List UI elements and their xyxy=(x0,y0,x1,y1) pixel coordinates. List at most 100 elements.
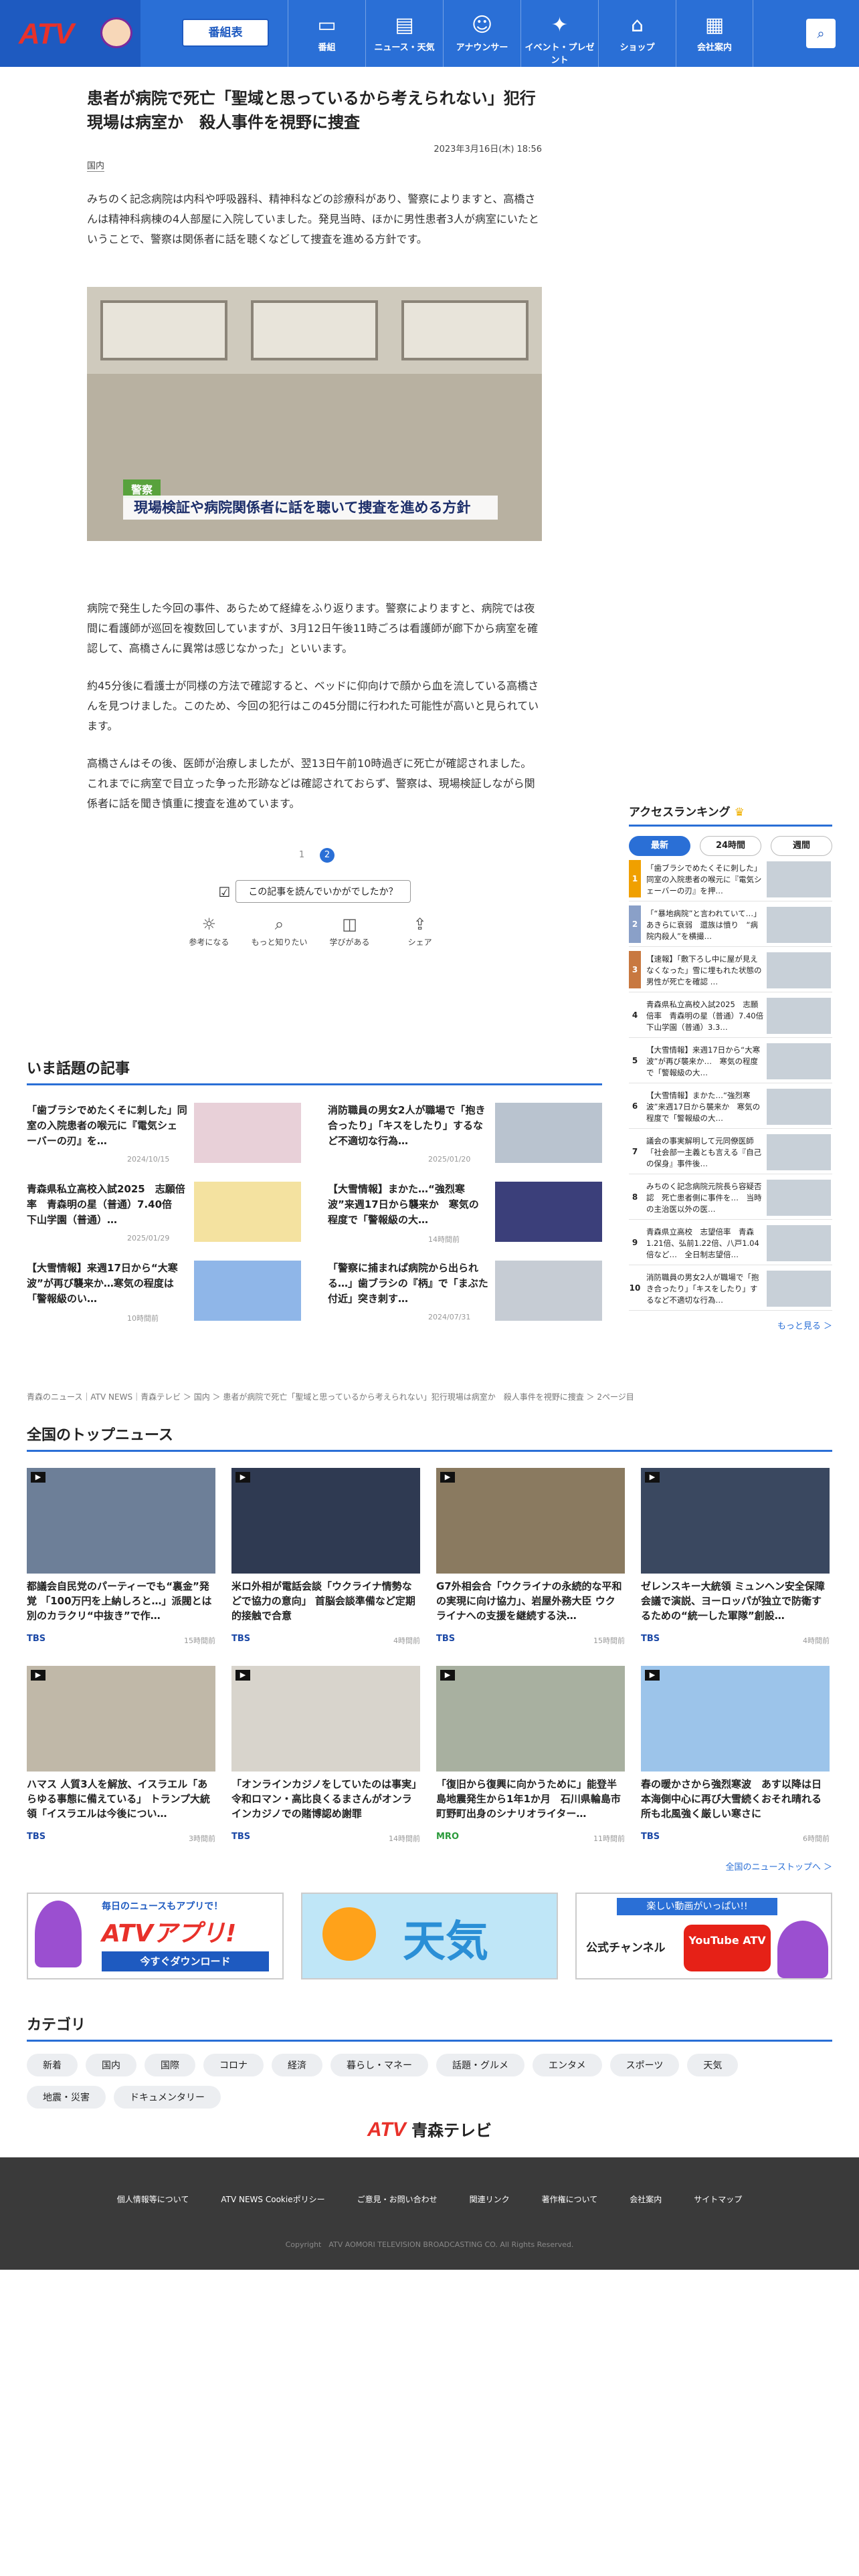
article-category[interactable]: 国内 xyxy=(87,158,105,172)
ranking-item[interactable]: 2 「“暴地病院”と言われていて…」あきらに衰弱 還族は憤り “病院内殺人”を横撮… xyxy=(629,905,832,947)
footer-link[interactable]: ご意見・お問い合わせ xyxy=(357,2193,438,2205)
trending-item[interactable]: 青森県私立高校入試2025 志願倍率 青森明の星（普通）7.40倍 下山学園（普… xyxy=(27,1182,301,1246)
footer-links: 個人情報等について ATV NEWS Cookieポリシー ご意見・お問い合わせ 関連… xyxy=(0,2192,859,2205)
tab-weekly[interactable]: 週間 xyxy=(771,836,832,856)
ranking-list: 1 「歯ブラシでめたくそに刺した」同室の入院患者の喉元に『電気シェーバーの刃』を押… xyxy=(629,860,832,1311)
category-chip[interactable]: ドキュメンタリー xyxy=(114,2086,221,2109)
youtube-banner[interactable]: 楽しい動画がいっぱい!! 公式チャンネル YouTube ATV xyxy=(575,1893,832,1979)
ranking-item[interactable]: 9 青森県立高校 志望倍率 青森1.21倍、弘前1.22倍、八戸1.04倍など… … xyxy=(629,1224,832,1265)
top-news-thumbnail: ▶ xyxy=(436,1666,625,1772)
trending-item-date: 2025/01/29 xyxy=(127,1234,170,1243)
trending-item[interactable]: 「警察に捕まれば病院から出られる…」歯ブラシの『柄』で「まぶた付近」突き刺す… 2… xyxy=(328,1261,602,1325)
top-news-thumbnail: ▶ xyxy=(641,1666,830,1772)
play-icon: ▶ xyxy=(31,1472,45,1483)
category-chip[interactable]: コロナ xyxy=(203,2054,264,2076)
page-1-link[interactable]: 1 xyxy=(294,848,309,863)
footer-link[interactable]: 個人情報等について xyxy=(117,2193,189,2205)
ranking-item[interactable]: 10 消防職員の男女2人が職場で「抱き合ったり」「キスをしたり」するなど不適切な行… xyxy=(629,1269,832,1311)
ranking-more-link[interactable]: もっと見る ＞ xyxy=(629,1319,832,1331)
ranking-item-title: 議会の事実解明して元同僚医師「社会部一主義とも言える『自己の保身』事件後… xyxy=(646,1136,762,1168)
breadcrumb[interactable]: 青森のニュース｜ATV NEWS｜青森テレビ ＞ 国内 ＞ 患者が病院で死亡「聖… xyxy=(27,1391,836,1402)
top-news-more-link[interactable]: 全国のニューストップへ ＞ xyxy=(27,1860,832,1872)
ranking-item[interactable]: 7 議会の事実解明して元同僚医師「社会部一主義とも言える『自己の保身』事件後… xyxy=(629,1133,832,1174)
event-icon: ✦ xyxy=(551,13,569,37)
footer-link[interactable]: サイトマップ xyxy=(694,2193,742,2205)
category-chip[interactable]: 経済 xyxy=(272,2054,322,2076)
nav-item-programs[interactable]: ▭ 番組 xyxy=(288,0,365,67)
top-news-item[interactable]: ▶ ゼレンスキー大統領 ミュンヘン安全保障会議で演説、ヨーロッパが独立で防衛するた… xyxy=(641,1468,830,1651)
trending-item-title: 「警察に捕まれば病院から出られる…」歯ブラシの『柄』で「まぶた付近」突き刺す… xyxy=(328,1262,488,1305)
sun-icon xyxy=(322,1907,376,1961)
reaction-learned-button[interactable]: ◫ 学びがある xyxy=(316,915,383,948)
category-chip[interactable]: 新着 xyxy=(27,2054,78,2076)
nav-item-announcer[interactable]: ☺ アナウンサー xyxy=(443,0,520,67)
search-button[interactable]: ⌕ xyxy=(806,19,836,48)
category-chip[interactable]: 地震・災害 xyxy=(27,2086,106,2109)
nav-item-news[interactable]: ▤ ニュース・天気 xyxy=(365,0,443,67)
top-news-date: 4時間前 xyxy=(803,1636,830,1645)
trending-item[interactable]: 消防職員の男女2人が職場で「抱き合ったり」「キスをしたり」するなど不適切な行為…… xyxy=(328,1103,602,1167)
top-news-item[interactable]: ▶ 米ロ外相が電話会談「ウクライナ情勢などで協力の意向」 首脳会談準備など定期的接… xyxy=(231,1468,420,1651)
footer-link[interactable]: ATV NEWS Cookieポリシー xyxy=(221,2193,324,2205)
ranking-number: 4 xyxy=(632,1010,638,1020)
play-icon: ▶ xyxy=(235,1472,250,1483)
top-news-item[interactable]: ▶ ハマス 人質3人を解放、イスラエル「あらゆる事態に備えている」 トランプ大統領… xyxy=(27,1666,215,1849)
footer-logo[interactable]: ATV 青森テレビ xyxy=(349,2117,510,2141)
top-news-date: 14時間前 xyxy=(389,1834,420,1843)
photo-window xyxy=(100,300,227,360)
ranking-item-title: 「“暴地病院”と言われていて…」あきらに衰弱 還族は憤り “病院内殺人”を横撮… xyxy=(646,909,761,941)
site-logo[interactable]: ATV xyxy=(19,17,74,51)
building-icon: ▦ xyxy=(704,13,725,37)
nav-item-event[interactable]: ✦ イベント・プレゼント xyxy=(520,0,598,67)
category-chip[interactable]: 暮らし・マネー xyxy=(330,2054,428,2076)
share-icon: ⇪ xyxy=(413,915,427,934)
ranking-item[interactable]: 1 「歯ブラシでめたくそに刺した」同室の入院患者の喉元に『電気シェーバーの刃』を押… xyxy=(629,860,832,901)
reaction-want-more-button[interactable]: ⌕ もっと知りたい xyxy=(246,915,312,948)
ranking-item[interactable]: 8 みちのく記念病院元院長ら容疑否認 死亡患者側に事件を… 当時の主治医以外の医… xyxy=(629,1178,832,1220)
article-date: 2023年3月16日(木) 18:56 xyxy=(434,144,542,154)
top-news-section: 全国のトップニュース ▶ 都議会自民党のパーティーでも“裏金”発覚 「100万円を… xyxy=(27,1423,832,1872)
top-news-item[interactable]: ▶ 「復旧から復興に向かうために」能登半島地震発生から1年1か月 石川県輪島市町野… xyxy=(436,1666,625,1849)
nav-item-shop[interactable]: ⌂ ショップ xyxy=(598,0,676,67)
category-chip[interactable]: 国内 xyxy=(86,2054,136,2076)
category-chip[interactable]: 天気 xyxy=(687,2054,739,2076)
top-news-item[interactable]: ▶ 都議会自民党のパーティーでも“裏金”発覚 「100万円を上納しろと…」派閥とは… xyxy=(27,1468,215,1651)
program-guide-button[interactable]: 番組表 xyxy=(182,19,269,47)
trending-item[interactable]: 【大雪情報】まかた…“強烈寒波”来週17日から襲来か 寒気の程度で「警報級の大…… xyxy=(328,1182,602,1246)
nav-item-company[interactable]: ▦ 会社案内 xyxy=(676,0,753,67)
ranking-number: 2 xyxy=(629,905,641,943)
category-chip[interactable]: エンタメ xyxy=(533,2054,602,2076)
ranking-number: 8 xyxy=(632,1192,638,1202)
top-news-item[interactable]: ▶ 「オンラインカジノをしていたのは事実」令和ロマン・高比良くるまさんがオンライン… xyxy=(231,1666,420,1849)
app-download-banner[interactable]: 毎日のニュースもアプリで！ ATVアプリ! 今すぐダウンロード xyxy=(27,1893,284,1979)
tab-latest[interactable]: 最新 xyxy=(629,836,690,856)
footer-link[interactable]: 関連リンク xyxy=(470,2193,510,2205)
category-chip[interactable]: 話題・グルメ xyxy=(436,2054,524,2076)
trending-item[interactable]: 【大雪情報】来週17日から“大寒波”が再び襲来か…寒気の程度は「警報級のい… 10… xyxy=(27,1261,301,1325)
banner-row: 毎日のニュースもアプリで！ ATVアプリ! 今すぐダウンロード 天気 楽しい動画… xyxy=(27,1893,832,1979)
top-news-title: 「復旧から復興に向かうために」能登半島地震発生から1年1か月 石川県輪島市町野町… xyxy=(436,1778,621,1820)
trending-item[interactable]: 「歯ブラシでめたくそに刺した」同室の入院患者の喉元に『電気シェーバーの刃』を… 2… xyxy=(27,1103,301,1167)
trending-thumbnail xyxy=(495,1103,602,1163)
ranking-item[interactable]: 4 青森県私立高校入試2025 志願倍率 青森明の星（普通）7.40倍 下山学園（… xyxy=(629,996,832,1038)
top-news-item[interactable]: ▶ G7外相会合「ウクライナの永続的な平和の実現に向け協力」、岩屋外務大臣 ウクラ… xyxy=(436,1468,625,1651)
ranking-number: 10 xyxy=(629,1283,641,1293)
weather-banner[interactable]: 天気 xyxy=(301,1893,558,1979)
tab-24h[interactable]: 24時間 xyxy=(700,836,761,856)
page-2-link[interactable]: 2 xyxy=(320,848,335,863)
ranking-item[interactable]: 6 【大雪情報】まかた…“強烈寒波”来週17日から襲来か 寒気の程度で「警報級の大… xyxy=(629,1087,832,1129)
article-paragraph: 病院で発生した今回の事件、あらためて経緯をふり返ります。警察によりますと、病院で… xyxy=(87,602,539,655)
category-chip[interactable]: 国際 xyxy=(145,2054,195,2076)
top-news-item[interactable]: ▶ 春の暖かさから強烈寒波 あす以降は日本海側中心に再び大雪続くおそれ晴れる所も北… xyxy=(641,1666,830,1849)
ranking-thumbnail xyxy=(767,1271,831,1307)
play-icon: ▶ xyxy=(235,1670,250,1681)
footer-link[interactable]: 会社案内 xyxy=(630,2193,662,2205)
share-button[interactable]: ⇪ シェア xyxy=(387,915,454,948)
reaction-helpful-button[interactable]: ☼ 参考になる xyxy=(175,915,242,948)
category-chip[interactable]: スポーツ xyxy=(609,2054,680,2076)
ranking-item[interactable]: 5 【大雪情報】来週17日から“大寒波”が再び襲来か… 寒気の程度で「警報級の大… xyxy=(629,1042,832,1083)
footer-link[interactable]: 著作権について xyxy=(542,2193,598,2205)
ranking-item[interactable]: 3 【速報】「敷下ろし中に屋が見えなくなった」雪に埋もれた状態の男性が死亡を確認 … xyxy=(629,951,832,992)
article-photo: 警察 現場検証や病院関係者に話を聴いて捜査を進める方針 xyxy=(87,287,542,541)
top-news-thumbnail: ▶ xyxy=(27,1468,215,1574)
